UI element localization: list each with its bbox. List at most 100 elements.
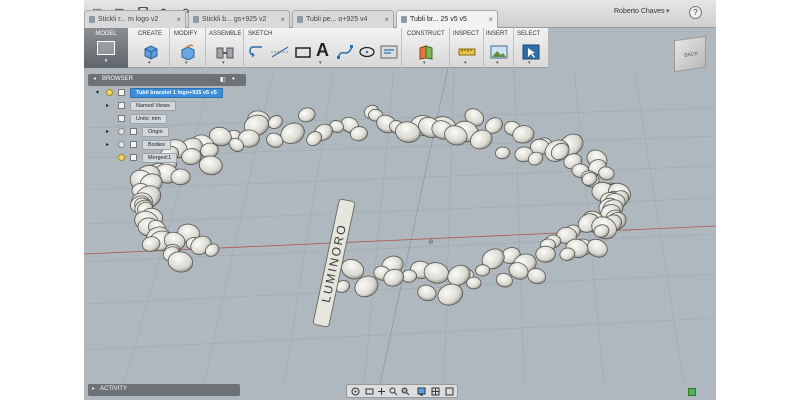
tab-doc-1[interactable]: Stickli r... m logo v2 × (84, 10, 186, 28)
construct-label: CONSTRUCT (407, 31, 445, 37)
tree-node-bodies[interactable]: ▸ Bodies (106, 140, 171, 150)
lightbulb-icon[interactable] (118, 128, 125, 135)
pan-icon[interactable] (377, 387, 386, 396)
browser-title: BROWSER (102, 76, 134, 82)
viewcube-face-label: BACK (684, 50, 698, 59)
lightbulb-icon[interactable] (118, 141, 125, 148)
tab-label: Tubli pe... o+925 v4 (306, 16, 368, 23)
title-bar: ▦ ▦ ▾ ↶ ▾ ↷ Stickli r... m logo v2 × Sti… (84, 0, 716, 28)
workspace-label: MODEL (95, 31, 117, 37)
sketch-create-icon[interactable] (248, 44, 266, 60)
select-group[interactable]: SELECT ▾ (514, 28, 548, 68)
browser-panel-header[interactable]: ◂ BROWSER ◧ • (88, 74, 246, 86)
create-group[interactable]: CREATE ▾ (132, 28, 170, 68)
plane-icon[interactable] (417, 44, 435, 60)
bracelet-model[interactable] (126, 103, 634, 309)
look-at-icon[interactable] (365, 387, 374, 396)
zoom-icon[interactable] (389, 387, 398, 396)
bracelet-coin (170, 168, 191, 186)
tree-node-origin[interactable]: ▸ Origin (106, 127, 169, 137)
sketch-group[interactable]: SKETCH A ▾ (244, 28, 402, 68)
tree-root[interactable]: ▾ Tubli bracelet 1 logo+925 v5 v5 (96, 88, 223, 98)
y-axis-line (379, 68, 449, 384)
text-tool-icon[interactable]: A (316, 40, 329, 61)
expand-icon[interactable]: ▸ (106, 127, 109, 137)
close-icon[interactable]: × (384, 11, 389, 28)
spline-icon[interactable] (336, 44, 354, 60)
box-icon[interactable] (142, 44, 160, 60)
orbit-icon[interactable] (351, 387, 360, 396)
viewcube[interactable]: BACK (674, 35, 706, 73)
rectangle-icon[interactable] (294, 44, 312, 60)
workspace-caret: ▾ (104, 58, 108, 64)
workspace-switcher[interactable]: MODEL ▾ (84, 28, 128, 68)
activity-label: ACTIVITY (100, 386, 128, 392)
lightbulb-icon[interactable] (106, 89, 113, 96)
press-pull-icon[interactable] (179, 44, 197, 60)
display-settings-icon[interactable] (417, 387, 426, 396)
create-caret: ▾ (148, 60, 151, 66)
tab-doc-4[interactable]: Tubli br... 25 v5 v5 × (396, 10, 498, 28)
sketch-caret: ▾ (319, 60, 322, 66)
bracelet-coin (495, 146, 511, 160)
assemble-group[interactable]: ASSEMBLE ▾ (206, 28, 244, 68)
more-icon[interactable]: • (232, 74, 235, 83)
expand-icon[interactable]: ▾ (96, 88, 99, 98)
grid-settings-icon[interactable] (431, 387, 440, 396)
document-icon (297, 16, 303, 23)
tab-label: Stickli r... m logo v2 (98, 16, 159, 23)
collapse-icon[interactable]: ◂ (93, 75, 96, 82)
activity-panel[interactable]: ▸ ACTIVITY (88, 384, 240, 396)
tree-node-units[interactable]: Units: mm (106, 114, 167, 124)
bracelet-coin (198, 155, 223, 176)
measure-icon[interactable] (458, 44, 476, 60)
close-icon[interactable]: × (176, 11, 181, 28)
fusion-window: ▦ ▦ ▾ ↶ ▾ ↷ Stickli r... m logo v2 × Sti… (84, 0, 716, 400)
modify-group[interactable]: MODIFY ▾ (170, 28, 206, 68)
select-icon[interactable] (522, 44, 540, 60)
lightbulb-icon[interactable] (118, 154, 125, 161)
pin-icon[interactable]: ◧ (220, 76, 226, 83)
help-icon[interactable]: ? (689, 6, 702, 19)
tree-node-merged[interactable]: Merged:1 (106, 153, 178, 163)
select-caret: ▾ (528, 60, 531, 66)
line-icon[interactable] (270, 44, 290, 60)
root-label: Tubli bracelet 1 logo+925 v5 v5 (130, 88, 223, 98)
expand-icon[interactable]: ▸ (106, 101, 109, 111)
tree-node-named-views[interactable]: ▸ Named Views (106, 101, 176, 111)
toolbar-ribbon: MODEL ▾ CREATE ▾ MODIFY ▾ ASSEMBLE ▾ SKE… (84, 28, 548, 68)
fit-icon[interactable] (401, 387, 410, 396)
construct-caret: ▾ (423, 60, 426, 66)
sketch-settings-icon[interactable] (380, 44, 398, 60)
model-canvas[interactable]: ⊕ LUMINORO (84, 68, 716, 384)
ellipse-icon[interactable] (358, 44, 376, 60)
expand-icon[interactable]: ▸ (106, 140, 109, 150)
inspect-group[interactable]: INSPECT ▾ (450, 28, 484, 68)
insert-caret: ▾ (496, 60, 499, 66)
modify-label: MODIFY (174, 31, 198, 37)
document-icon (193, 16, 199, 23)
insert-image-icon[interactable] (490, 44, 508, 60)
construct-group[interactable]: CONSTRUCT ▾ (402, 28, 450, 68)
viewports-icon[interactable] (445, 387, 454, 396)
tab-doc-2[interactable]: Stickli b... gs+925 v2 × (188, 10, 290, 28)
document-icon (89, 16, 95, 23)
user-menu-caret[interactable]: ▾ (666, 7, 670, 15)
insert-group[interactable]: INSERT ▾ (484, 28, 514, 68)
model-workspace-icon (97, 41, 115, 55)
status-indicator-icon[interactable] (688, 388, 696, 396)
joint-icon[interactable] (215, 44, 235, 60)
tab-label: Tubli br... 25 v5 v5 (410, 16, 467, 23)
close-icon[interactable]: × (488, 11, 493, 28)
assemble-caret: ▾ (222, 60, 225, 66)
tab-label: Stickli b... gs+925 v2 (202, 16, 267, 23)
document-settings-icon (118, 115, 125, 122)
folder-icon (118, 102, 125, 109)
user-name[interactable]: Roberto Chaves (614, 8, 665, 15)
expand-icon[interactable]: ▸ (92, 385, 95, 392)
tree-label: Named Views (130, 101, 176, 111)
sketch-label: SKETCH (248, 31, 273, 37)
close-icon[interactable]: × (280, 11, 285, 28)
joint-icon (130, 154, 137, 161)
tab-doc-3[interactable]: Tubli pe... o+925 v4 × (292, 10, 394, 28)
